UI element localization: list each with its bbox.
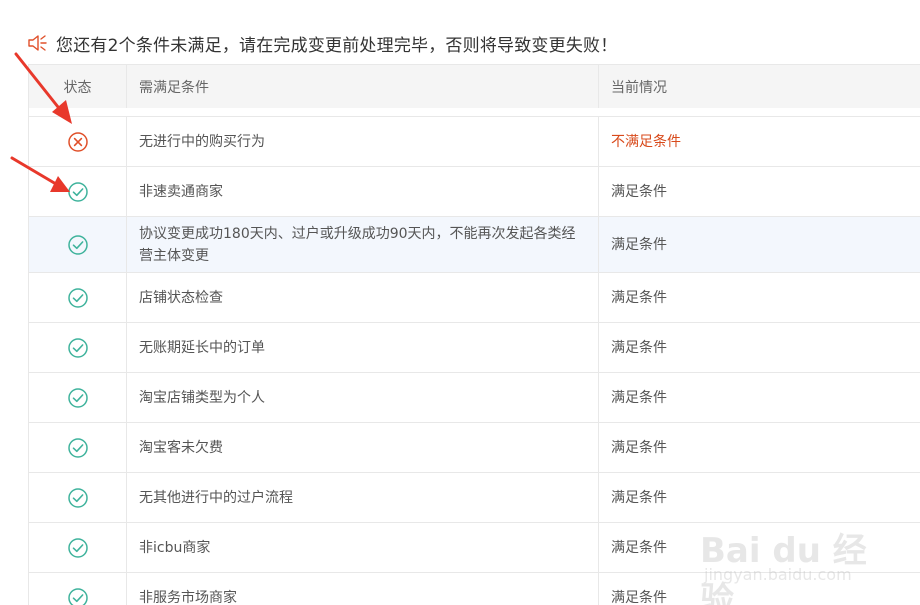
- status-cell: [29, 423, 127, 472]
- current-status-cell: 满足条件: [611, 236, 667, 253]
- watermark-logo: Bai du 经验: [700, 531, 867, 605]
- baidu-jingyan-watermark: Bai du 经验 jingyan.baidu.com: [700, 505, 900, 605]
- condition-cell: 无账期延长中的订单: [127, 323, 599, 372]
- current-status-cell: 满足条件: [611, 339, 667, 356]
- table-row: 店铺状态检查 满足条件: [29, 273, 920, 323]
- status-cell: [29, 273, 127, 322]
- condition-cell: 非速卖通商家: [127, 167, 599, 216]
- table-row: 无进行中的购买行为 不满足条件: [29, 117, 920, 167]
- status-cell: [29, 373, 127, 422]
- watermark-url: jingyan.baidu.com: [704, 565, 852, 584]
- current-status-cell: 满足条件: [611, 183, 667, 200]
- current-status-cell: 满足条件: [611, 289, 667, 306]
- check-circle-icon: [67, 287, 88, 308]
- condition-cell: 协议变更成功180天内、过户或升级成功90天内，不能再次发起各类经营主体变更: [127, 217, 599, 272]
- speaker-icon: [28, 35, 47, 51]
- condition-cell: 淘宝客未欠费: [127, 423, 599, 472]
- status-cell: [29, 523, 127, 572]
- check-circle-icon: [67, 587, 88, 605]
- status-cell: [29, 117, 127, 166]
- header-status: 状态: [29, 65, 127, 108]
- check-circle-icon: [67, 537, 88, 558]
- condition-cell: 非服务市场商家: [127, 573, 599, 605]
- notice-message: 您还有2个条件未满足，请在完成变更前处理完毕，否则将导致变更失败！: [56, 35, 618, 56]
- check-circle-icon: [67, 181, 88, 202]
- table-header: 状态 需满足条件 当前情况: [29, 64, 920, 108]
- check-circle-icon: [67, 337, 88, 358]
- condition-cell: 淘宝店铺类型为个人: [127, 373, 599, 422]
- current-status-cell: 满足条件: [611, 439, 667, 456]
- status-cell: [29, 473, 127, 522]
- status-cell: [29, 167, 127, 216]
- table-row: 无账期延长中的订单 满足条件: [29, 323, 920, 373]
- table-row: 非速卖通商家 满足条件: [29, 167, 920, 217]
- condition-cell: 无进行中的购买行为: [127, 117, 599, 166]
- condition-cell: 无其他进行中的过户流程: [127, 473, 599, 522]
- current-status-cell: 不满足条件: [611, 133, 681, 150]
- check-circle-icon: [67, 437, 88, 458]
- header-current: 当前情况: [611, 79, 667, 96]
- close-circle-icon: [67, 131, 88, 152]
- condition-cell: 非icbu商家: [127, 523, 599, 572]
- check-circle-icon: [67, 387, 88, 408]
- table-row: 淘宝店铺类型为个人 满足条件: [29, 373, 920, 423]
- warning-notice: 您还有2个条件未满足，请在完成变更前处理完毕，否则将导致变更失败！: [26, 30, 617, 56]
- table-row: 协议变更成功180天内、过户或升级成功90天内，不能再次发起各类经营主体变更 满足…: [29, 217, 920, 273]
- header-condition: 需满足条件: [127, 65, 599, 108]
- condition-cell: 店铺状态检查: [127, 273, 599, 322]
- check-circle-icon: [67, 234, 88, 255]
- status-cell: [29, 573, 127, 605]
- check-circle-icon: [67, 487, 88, 508]
- status-cell: [29, 217, 127, 272]
- status-cell: [29, 323, 127, 372]
- table-row: 淘宝客未欠费 满足条件: [29, 423, 920, 473]
- current-status-cell: 满足条件: [611, 389, 667, 406]
